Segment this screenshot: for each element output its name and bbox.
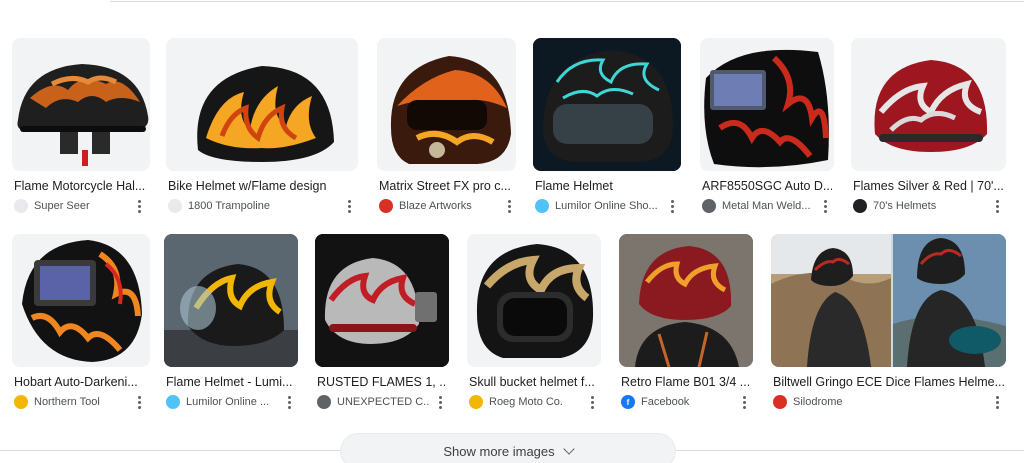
- result-thumbnail[interactable]: [12, 38, 150, 171]
- more-options-icon[interactable]: [504, 198, 514, 214]
- result-thumbnail[interactable]: [315, 234, 449, 367]
- result-title[interactable]: Flame Helmet: [535, 179, 679, 193]
- result-source-name: Roeg Moto Co.: [489, 396, 563, 408]
- result-source[interactable]: Lumilor Online Sho...: [535, 198, 658, 214]
- more-options-icon[interactable]: [820, 198, 830, 214]
- result-source-name: 70's Helmets: [873, 200, 937, 212]
- result-title[interactable]: Matrix Street FX pro c...: [379, 179, 514, 193]
- trampoline-favicon: [168, 199, 182, 213]
- result-title[interactable]: Biltwell Gringo ECE Dice Flames Helme...: [773, 375, 1005, 389]
- result-source[interactable]: Metal Man Weld...: [702, 198, 810, 214]
- facebook-favicon: f: [621, 395, 635, 409]
- result-title[interactable]: Skull bucket helmet f...: [469, 375, 599, 389]
- more-options-icon[interactable]: [435, 394, 445, 410]
- show-more-label: Show more images: [443, 443, 555, 459]
- result-source-name: 1800 Trampoline: [188, 200, 270, 212]
- blaze-artworks-favicon: [379, 199, 393, 213]
- silodrome-favicon: [773, 395, 787, 409]
- more-options-icon[interactable]: [284, 394, 294, 410]
- result-source-name: Lumilor Online Sho...: [555, 200, 658, 212]
- result-source[interactable]: Super Seer: [14, 198, 90, 214]
- lumilor-favicon: [166, 395, 180, 409]
- result-source-name: Super Seer: [34, 200, 90, 212]
- roeg-moto-favicon: [469, 395, 483, 409]
- northern-tool-favicon: [14, 395, 28, 409]
- result-thumbnail[interactable]: [533, 38, 681, 171]
- result-thumbnail[interactable]: [377, 38, 516, 171]
- more-options-icon[interactable]: [739, 394, 749, 410]
- more-options-icon[interactable]: [992, 198, 1002, 214]
- result-source[interactable]: UNEXPECTED C...: [317, 394, 429, 410]
- more-options-icon[interactable]: [667, 198, 677, 214]
- result-thumbnail[interactable]: [771, 234, 1006, 367]
- result-source[interactable]: Northern Tool: [14, 394, 100, 410]
- result-source-name: Silodrome: [793, 396, 843, 408]
- more-options-icon[interactable]: [992, 394, 1002, 410]
- seventies-helmets-favicon: [853, 199, 867, 213]
- show-more-images-button[interactable]: Show more images: [340, 433, 676, 463]
- result-source-name: Northern Tool: [34, 396, 100, 408]
- result-source[interactable]: Blaze Artworks: [379, 198, 472, 214]
- metal-man-favicon: [702, 199, 716, 213]
- result-thumbnail[interactable]: [619, 234, 753, 367]
- result-title[interactable]: Flames Silver & Red | 70'...: [853, 179, 1006, 193]
- result-thumbnail[interactable]: [12, 234, 150, 367]
- result-thumbnail[interactable]: [166, 38, 358, 171]
- super-seer-favicon: [14, 199, 28, 213]
- result-title[interactable]: Retro Flame B01 3/4 ...: [621, 375, 751, 389]
- result-thumbnail[interactable]: [164, 234, 298, 367]
- result-source[interactable]: 1800 Trampoline: [168, 198, 270, 214]
- top-divider: [110, 1, 1024, 2]
- result-thumbnail[interactable]: [851, 38, 1006, 171]
- more-options-icon[interactable]: [134, 394, 144, 410]
- result-source-name: Lumilor Online ...: [186, 396, 270, 408]
- result-title[interactable]: Flame Helmet - Lumi...: [166, 375, 296, 389]
- result-source[interactable]: Lumilor Online ...: [166, 394, 269, 410]
- result-title[interactable]: Bike Helmet w/Flame design: [168, 179, 356, 193]
- result-source-name: Metal Man Weld...: [722, 200, 811, 212]
- chevron-down-icon: [562, 443, 575, 455]
- result-source[interactable]: Silodrome: [773, 394, 843, 410]
- more-options-icon[interactable]: [344, 198, 354, 214]
- result-title[interactable]: ARF8550SGC Auto D...: [702, 179, 832, 193]
- result-thumbnail[interactable]: [467, 234, 601, 367]
- result-title[interactable]: Flame Motorcycle Hal...: [14, 179, 148, 193]
- result-source[interactable]: Roeg Moto Co.: [469, 394, 563, 410]
- more-options-icon[interactable]: [134, 198, 144, 214]
- result-title[interactable]: Hobart Auto-Darkeni...: [14, 375, 148, 389]
- result-source-name: Blaze Artworks: [399, 200, 472, 212]
- lumilor-favicon: [535, 199, 549, 213]
- result-source-name: Facebook: [641, 396, 690, 408]
- result-source[interactable]: f Facebook: [621, 394, 689, 410]
- result-source-name: UNEXPECTED C...: [337, 396, 429, 408]
- result-source[interactable]: 70's Helmets: [853, 198, 936, 214]
- result-title[interactable]: RUSTED FLAMES 1, ...: [317, 375, 447, 389]
- result-thumbnail[interactable]: [700, 38, 834, 171]
- more-options-icon[interactable]: [587, 394, 597, 410]
- unexpected-favicon: [317, 395, 331, 409]
